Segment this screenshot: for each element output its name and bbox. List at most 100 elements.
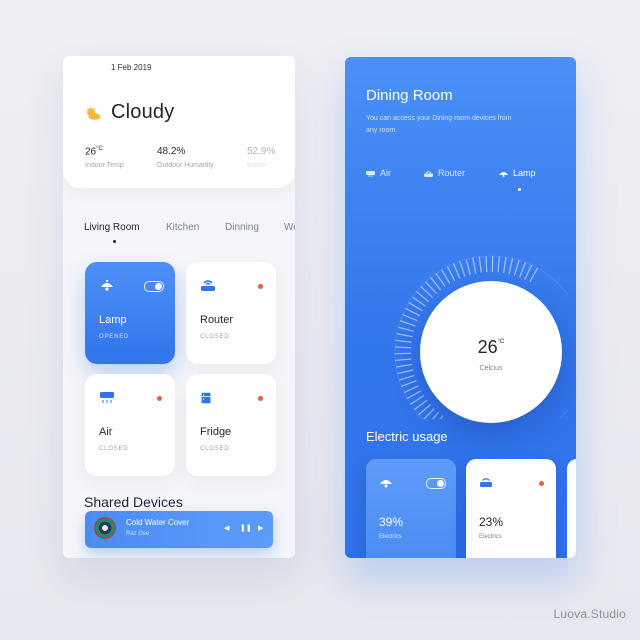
- song-title: Cold Water Cover: [126, 518, 190, 527]
- tab-label: Router: [438, 168, 466, 178]
- stat-indoor-temp: 26°C Indoor Temp: [85, 146, 124, 169]
- temp-caption: Celcius: [479, 365, 503, 372]
- tab-label: Lamp: [513, 168, 536, 178]
- dial-tick: [395, 346, 412, 349]
- stat-value: 48.2%: [157, 146, 186, 157]
- usage-card-partial[interactable]: [567, 459, 576, 558]
- stat-outdoor-humidity: 48.2% Outdoor Humadity: [157, 146, 214, 169]
- device-name: Fridge: [200, 426, 232, 438]
- thermostat-value: 26°C: [420, 337, 562, 358]
- dial-tick: [397, 369, 414, 375]
- dial-tick: [400, 320, 416, 327]
- song-artist: Raz Dee: [126, 531, 150, 537]
- dial-tick: [398, 326, 414, 332]
- device-card-air[interactable]: Air CLOSED: [85, 374, 175, 476]
- home-screen: 1 Feb 2019 Cloudy 26°C Indoor Temp 48.2%…: [63, 56, 295, 558]
- usage-percent: 39%: [379, 515, 404, 529]
- dial-tick: [412, 296, 426, 307]
- tab-air[interactable]: Air: [366, 168, 391, 178]
- dial-tick: [396, 333, 413, 338]
- room-subtitle: You can access your Dining room devices …: [366, 115, 512, 134]
- fridge-icon: [201, 392, 211, 404]
- usage-card-router[interactable]: 23% Electrics: [466, 459, 556, 558]
- previous-icon[interactable]: ◀: [224, 524, 229, 532]
- dining-room-screen: Dining Room You can access your Dining r…: [345, 57, 576, 558]
- device-card-router[interactable]: Router CLOSED: [186, 262, 276, 364]
- weather-date: 1 Feb 2019: [111, 63, 152, 72]
- status-off-dot: [258, 396, 263, 401]
- tab-kitchen[interactable]: Kitchen: [166, 222, 199, 233]
- device-state: CLOSED: [99, 446, 129, 452]
- dial-tick: [395, 358, 412, 361]
- status-off-dot: [157, 396, 162, 401]
- tab-wo[interactable]: Wo: [284, 222, 295, 233]
- music-player[interactable]: Cold Water Cover Raz Dee ◀ ❚❚ ▶: [85, 511, 273, 548]
- album-art: [94, 517, 116, 539]
- status-off-dot: [539, 481, 544, 486]
- room-title: Dining Room: [366, 87, 453, 104]
- dial-tick: [478, 256, 482, 273]
- dial-tick: [435, 273, 446, 287]
- dial-tick: [446, 266, 456, 281]
- dial-tick: [399, 374, 415, 381]
- active-tab-indicator: [518, 188, 521, 191]
- thermostat-center: 26°C Celcius: [420, 281, 562, 423]
- usage-toggle[interactable]: [426, 478, 446, 489]
- device-name: Lamp: [99, 314, 127, 326]
- dial-tick: [406, 390, 422, 400]
- thermostat-dial[interactable]: 26°C Celcius: [378, 229, 568, 423]
- temp-number: 26: [477, 337, 498, 357]
- router-icon: [480, 478, 492, 487]
- dial-tick: [402, 313, 418, 322]
- tab-living-room[interactable]: Living Room: [84, 222, 140, 233]
- dial-tick: [513, 260, 520, 276]
- dial-tick: [524, 264, 533, 280]
- temp-unit: °C: [497, 339, 505, 345]
- lamp-toggle[interactable]: [144, 281, 164, 292]
- dial-tick: [519, 262, 526, 278]
- studio-watermark: Luova.Studio: [553, 607, 626, 621]
- electric-usage-title: Electric usage: [366, 429, 448, 444]
- dial-tick: [459, 261, 466, 277]
- stat-label: Outdoor Humadity: [157, 162, 214, 169]
- stat-unit: °C: [96, 146, 103, 152]
- lamp-icon: [101, 280, 113, 291]
- lamp-icon: [499, 172, 508, 178]
- stat-label: Indoor Temp: [85, 162, 124, 170]
- dial-tick: [529, 267, 539, 283]
- dial-tick: [408, 302, 423, 312]
- dial-tick: [403, 385, 419, 394]
- pause-icon[interactable]: ❚❚: [240, 524, 252, 532]
- usage-label: Electrics: [379, 534, 402, 540]
- dial-tick: [401, 380, 417, 387]
- dial-tick: [485, 256, 488, 273]
- stat-value: 52.9%: [247, 146, 276, 157]
- dial-tick: [395, 339, 412, 343]
- weather-condition: Cloudy: [111, 101, 175, 123]
- router-icon: [201, 280, 215, 291]
- air-conditioner-icon: [100, 392, 114, 403]
- stat-value: 26: [85, 146, 97, 158]
- tab-label: Air: [380, 168, 391, 178]
- device-name: Router: [200, 314, 234, 326]
- tab-lamp[interactable]: Lamp: [499, 168, 536, 178]
- device-state: CLOSED: [200, 334, 230, 340]
- status-off-dot: [258, 284, 263, 289]
- device-name: Air: [99, 426, 113, 438]
- device-state: OPENED: [99, 334, 130, 340]
- tab-router[interactable]: Router: [424, 168, 465, 178]
- next-icon[interactable]: ▶: [258, 524, 263, 532]
- dial-tick: [413, 399, 428, 411]
- lamp-icon: [380, 480, 392, 488]
- dial-tick: [410, 395, 425, 405]
- usage-percent: 23%: [479, 515, 504, 529]
- dial-tick: [396, 363, 413, 368]
- usage-card-lamp[interactable]: 39% Electrics: [366, 459, 456, 558]
- dial-tick: [508, 258, 514, 275]
- tab-dinning[interactable]: Dinning: [225, 222, 259, 233]
- router-icon: [424, 171, 433, 178]
- device-card-fridge[interactable]: Fridge CLOSED: [186, 374, 276, 476]
- dial-tick: [497, 256, 500, 273]
- weather-card: 1 Feb 2019 Cloudy 26°C Indoor Temp 48.2%…: [63, 56, 295, 188]
- device-card-lamp[interactable]: Lamp OPENED: [85, 262, 175, 364]
